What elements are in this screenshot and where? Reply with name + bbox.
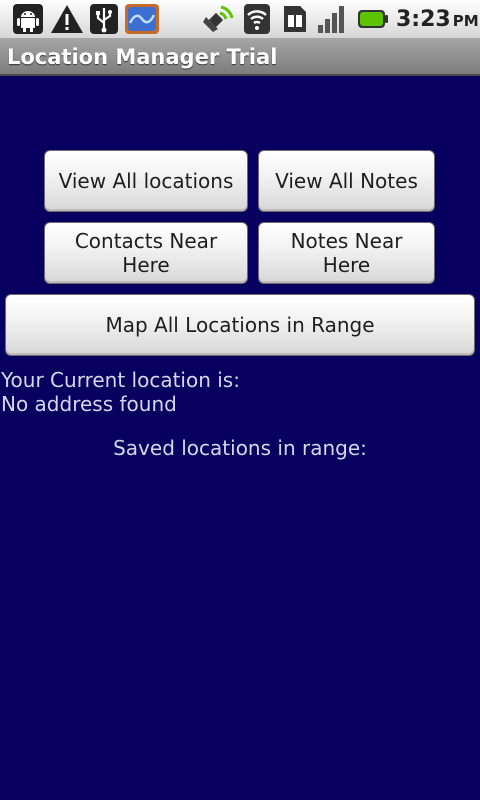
status-clock: 3:23 PM — [396, 7, 479, 32]
current-location-label: Your Current location is: — [1, 368, 240, 392]
app-title: Location Manager Trial — [7, 45, 278, 69]
clock-time: 3:23 — [396, 7, 451, 32]
view-all-locations-button[interactable]: View All locations — [44, 150, 248, 212]
battery-icon — [358, 10, 388, 28]
usb-icon — [90, 4, 118, 34]
current-location-value: No address found — [1, 392, 177, 416]
android-debug-icon — [13, 4, 43, 34]
app-title-bar: Location Manager Trial — [0, 38, 480, 76]
saved-locations-label: Saved locations in range: — [113, 436, 367, 460]
signal-icon — [318, 6, 344, 33]
view-all-notes-button[interactable]: View All Notes — [258, 150, 435, 212]
map-all-locations-button[interactable]: Map All Locations in Range — [5, 294, 475, 356]
app-notification-icon — [125, 4, 159, 34]
sim-card-icon — [284, 6, 306, 32]
wifi-icon — [244, 4, 270, 34]
status-bar: 3:23 PM — [0, 0, 480, 39]
clock-ampm: PM — [452, 12, 479, 30]
notes-near-here-button[interactable]: Notes Near Here — [258, 222, 435, 284]
warning-icon — [51, 5, 83, 33]
gps-icon — [203, 5, 234, 32]
contacts-near-here-button[interactable]: Contacts Near Here — [44, 222, 248, 284]
